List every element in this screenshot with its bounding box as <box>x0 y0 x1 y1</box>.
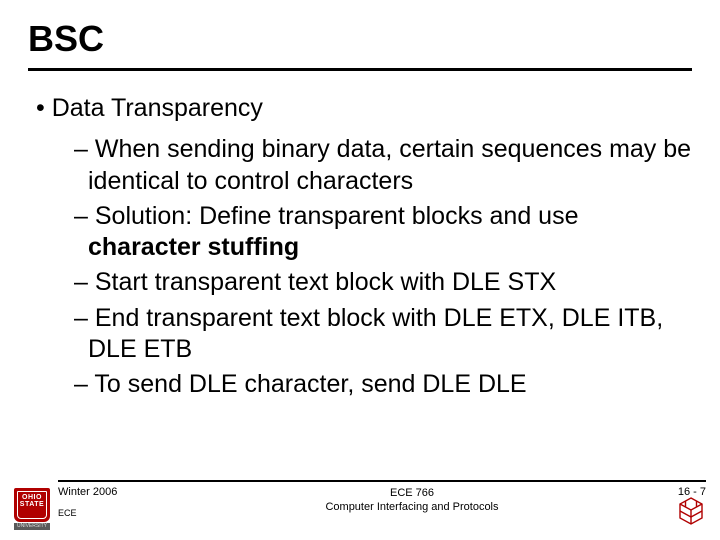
ohio-state-logo: OHIOSTATE UNIVERSITY <box>14 488 50 530</box>
bullet-text: Start transparent text block with DLE ST… <box>95 268 556 296</box>
footer-left: Winter 2006 ECE <box>58 486 218 518</box>
section-bullet: • Data Transparency <box>36 93 692 124</box>
cse-cube-icon <box>678 496 704 526</box>
bullet-text: Solution: Define transparent blocks and … <box>95 202 579 230</box>
course-name: Computer Interfacing and Protocols <box>218 500 606 514</box>
bullet-item: – To send DLE character, send DLE DLE <box>74 369 692 400</box>
bullet-item: – Start transparent text block with DLE … <box>74 267 692 298</box>
bullet-item: – Solution: Define transparent blocks an… <box>74 201 692 264</box>
bold-term: character stuffing <box>88 233 299 261</box>
term-label: Winter 2006 <box>58 486 218 498</box>
bullet-text: When sending binary data, certain sequen… <box>88 135 691 194</box>
bullet-text: End transparent text block with DLE ETX,… <box>88 304 663 363</box>
dept-label: ECE <box>58 508 218 518</box>
section-text: Data Transparency <box>52 94 263 122</box>
slide-content: • Data Transparency – When sending binar… <box>28 93 692 400</box>
bullet-text: To send DLE character, send DLE DLE <box>94 370 526 398</box>
title-rule <box>28 68 692 71</box>
bullet-item: – When sending binary data, certain sequ… <box>74 134 692 197</box>
bullet-item: – End transparent text block with DLE ET… <box>74 303 692 366</box>
course-code: ECE 766 <box>218 486 606 500</box>
slide-footer: Winter 2006 ECE ECE 766 Computer Interfa… <box>0 480 720 540</box>
footer-center: ECE 766 Computer Interfacing and Protoco… <box>218 486 606 515</box>
footer-rule <box>58 480 706 482</box>
slide-title: BSC <box>28 18 692 60</box>
